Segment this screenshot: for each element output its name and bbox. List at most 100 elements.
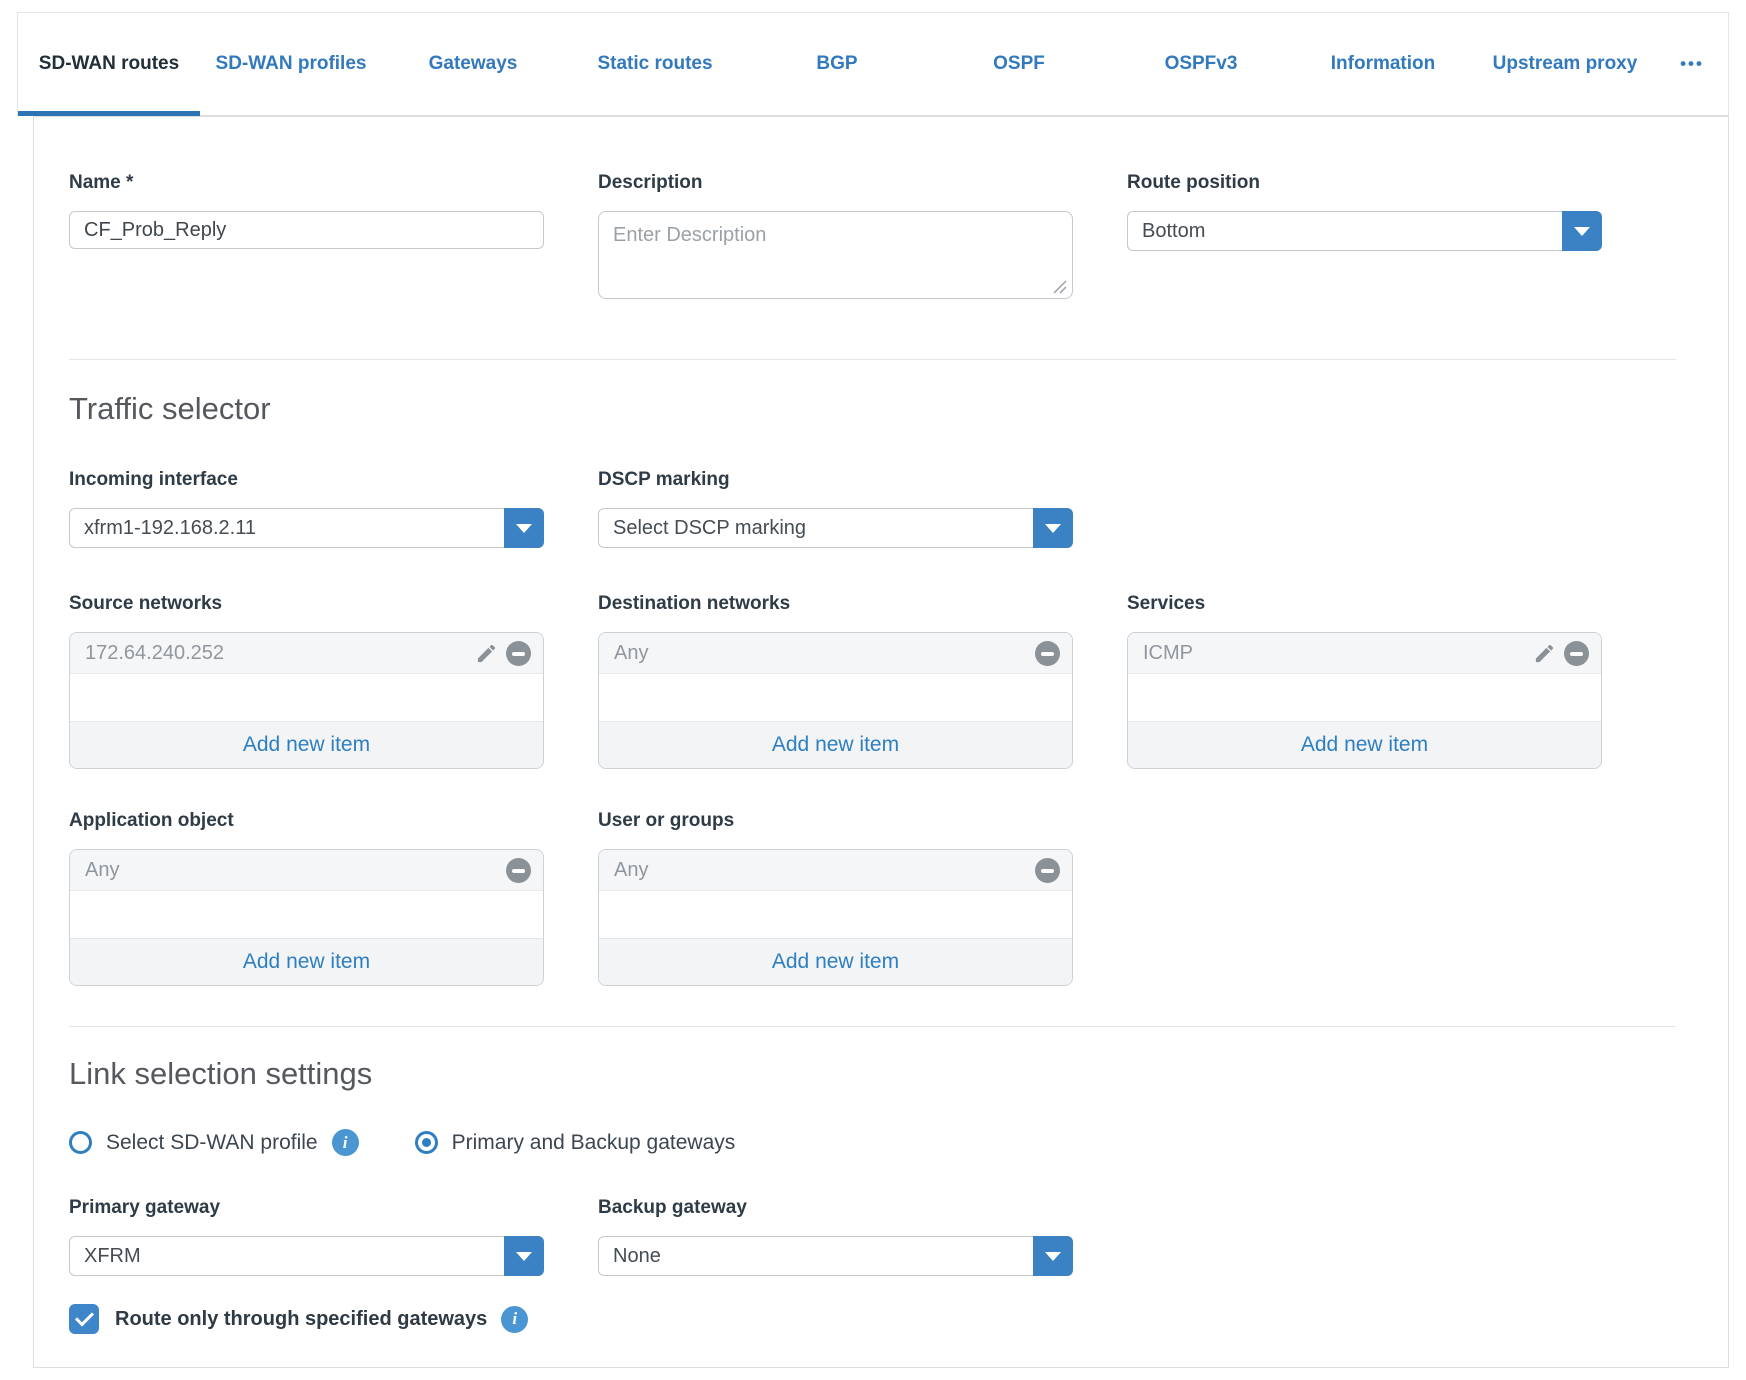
list-item-text: 172.64.240.252 bbox=[85, 642, 475, 665]
dscp-select[interactable]: Select DSCP marking bbox=[598, 508, 1073, 548]
dscp-label: DSCP marking bbox=[598, 468, 1073, 492]
tab-gateways[interactable]: Gateways bbox=[382, 13, 564, 115]
list-item-text: Any bbox=[614, 859, 1035, 882]
application-object-listbox: Any Add new item bbox=[69, 849, 544, 986]
add-new-item-button[interactable]: Add new item bbox=[70, 721, 543, 768]
networks-services-row: Source networks 172.64.240.252 Add new i… bbox=[69, 592, 1693, 769]
user-or-groups-label: User or groups bbox=[598, 809, 1073, 833]
chevron-down-icon[interactable] bbox=[1033, 508, 1073, 548]
name-label: Name * bbox=[69, 171, 544, 195]
add-new-item-button[interactable]: Add new item bbox=[70, 938, 543, 985]
tab-ospf[interactable]: OSPF bbox=[928, 13, 1110, 115]
route-only-row: Route only through specified gateways i bbox=[69, 1304, 1693, 1334]
tab-bgp[interactable]: BGP bbox=[746, 13, 928, 115]
route-position-field-group: Route position Bottom bbox=[1127, 171, 1602, 251]
list-item: ICMP bbox=[1128, 633, 1601, 674]
chevron-down-icon[interactable] bbox=[504, 1236, 544, 1276]
incoming-interface-select[interactable]: xfrm1-192.168.2.11 bbox=[69, 508, 544, 548]
list-spacer bbox=[599, 891, 1072, 938]
section-divider bbox=[69, 359, 1676, 360]
list-item: 172.64.240.252 bbox=[70, 633, 543, 674]
user-or-groups-listbox: Any Add new item bbox=[598, 849, 1073, 986]
destination-networks-listbox: Any Add new item bbox=[598, 632, 1073, 769]
primary-gateway-label: Primary gateway bbox=[69, 1196, 544, 1220]
traffic-selector-heading: Traffic selector bbox=[69, 392, 1693, 426]
gateways-row: Primary gateway XFRM Backup gateway None bbox=[69, 1196, 1693, 1276]
route-position-select[interactable]: Bottom bbox=[1127, 211, 1602, 251]
tab-bar: SD-WAN routes SD-WAN profiles Gateways S… bbox=[17, 12, 1729, 116]
list-item-text: ICMP bbox=[1143, 642, 1533, 665]
list-item-text: Any bbox=[85, 859, 506, 882]
incoming-interface-value: xfrm1-192.168.2.11 bbox=[84, 517, 256, 540]
sdwan-profile-radio-label: Select SD-WAN profile bbox=[106, 1131, 318, 1155]
backup-gateway-label: Backup gateway bbox=[598, 1196, 1073, 1220]
list-spacer bbox=[1128, 674, 1601, 721]
source-networks-label: Source networks bbox=[69, 592, 544, 616]
general-settings-row: Name * Description Route position Bottom bbox=[69, 171, 1693, 304]
services-label: Services bbox=[1127, 592, 1602, 616]
chevron-down-icon[interactable] bbox=[504, 508, 544, 548]
tab-upstream-proxy[interactable]: Upstream proxy bbox=[1474, 13, 1656, 115]
remove-icon[interactable] bbox=[506, 858, 531, 883]
tab-ospfv3[interactable]: OSPFv3 bbox=[1110, 13, 1292, 115]
services-field-group: Services ICMP Add new item bbox=[1127, 592, 1602, 769]
backup-gateway-value: None bbox=[613, 1245, 661, 1268]
primary-gateway-select[interactable]: XFRM bbox=[69, 1236, 544, 1276]
list-item: Any bbox=[599, 850, 1072, 891]
add-new-item-button[interactable]: Add new item bbox=[1128, 721, 1601, 768]
tab-sdwan-routes[interactable]: SD-WAN routes bbox=[18, 13, 200, 115]
incoming-interface-field-group: Incoming interface xfrm1-192.168.2.11 bbox=[69, 468, 544, 548]
remove-icon[interactable] bbox=[506, 641, 531, 666]
services-listbox: ICMP Add new item bbox=[1127, 632, 1602, 769]
destination-networks-label: Destination networks bbox=[598, 592, 1073, 616]
backup-gateway-field-group: Backup gateway None bbox=[598, 1196, 1073, 1276]
info-icon[interactable]: i bbox=[332, 1129, 359, 1156]
link-selection-radio-group: Select SD-WAN profile i Primary and Back… bbox=[69, 1129, 1693, 1156]
backup-gateway-select[interactable]: None bbox=[598, 1236, 1073, 1276]
user-or-groups-field-group: User or groups Any Add new item bbox=[598, 809, 1073, 986]
route-position-label: Route position bbox=[1127, 171, 1602, 195]
list-item-text: Any bbox=[614, 642, 1035, 665]
edit-icon[interactable] bbox=[1533, 642, 1556, 665]
list-item: Any bbox=[70, 850, 543, 891]
tabs-overflow-button[interactable]: ••• bbox=[1656, 13, 1728, 115]
application-object-label: Application object bbox=[69, 809, 544, 833]
add-new-item-button[interactable]: Add new item bbox=[599, 938, 1072, 985]
edit-icon[interactable] bbox=[475, 642, 498, 665]
application-users-row: Application object Any Add new item User… bbox=[69, 809, 1693, 986]
primary-backup-radio-label: Primary and Backup gateways bbox=[452, 1131, 736, 1155]
tab-static-routes[interactable]: Static routes bbox=[564, 13, 746, 115]
name-field-group: Name * bbox=[69, 171, 544, 249]
tab-sdwan-profiles[interactable]: SD-WAN profiles bbox=[200, 13, 382, 115]
source-networks-listbox: 172.64.240.252 Add new item bbox=[69, 632, 544, 769]
remove-icon[interactable] bbox=[1035, 641, 1060, 666]
chevron-down-icon[interactable] bbox=[1562, 211, 1602, 251]
add-new-item-button[interactable]: Add new item bbox=[599, 721, 1072, 768]
sdwan-route-form-panel: Name * Description Route position Bottom… bbox=[33, 116, 1729, 1368]
route-position-value: Bottom bbox=[1142, 220, 1205, 243]
name-input[interactable] bbox=[69, 211, 544, 249]
list-spacer bbox=[70, 891, 543, 938]
list-item: Any bbox=[599, 633, 1072, 674]
interface-dscp-row: Incoming interface xfrm1-192.168.2.11 DS… bbox=[69, 468, 1693, 548]
primary-gateway-value: XFRM bbox=[84, 1245, 141, 1268]
application-object-field-group: Application object Any Add new item bbox=[69, 809, 544, 986]
remove-icon[interactable] bbox=[1035, 858, 1060, 883]
description-label: Description bbox=[598, 171, 1073, 195]
sdwan-profile-radio[interactable] bbox=[69, 1131, 92, 1154]
tab-information[interactable]: Information bbox=[1292, 13, 1474, 115]
info-icon[interactable]: i bbox=[501, 1306, 528, 1333]
dscp-value: Select DSCP marking bbox=[613, 517, 806, 540]
description-textarea[interactable] bbox=[598, 211, 1073, 299]
route-only-label: Route only through specified gateways bbox=[115, 1308, 487, 1331]
link-selection-heading: Link selection settings bbox=[69, 1057, 1693, 1091]
route-only-checkbox[interactable] bbox=[69, 1304, 99, 1334]
dscp-field-group: DSCP marking Select DSCP marking bbox=[598, 468, 1073, 548]
remove-icon[interactable] bbox=[1564, 641, 1589, 666]
list-spacer bbox=[70, 674, 543, 721]
primary-backup-radio[interactable] bbox=[415, 1131, 438, 1154]
chevron-down-icon[interactable] bbox=[1033, 1236, 1073, 1276]
list-spacer bbox=[599, 674, 1072, 721]
primary-gateway-field-group: Primary gateway XFRM bbox=[69, 1196, 544, 1276]
description-field-group: Description bbox=[598, 171, 1073, 304]
